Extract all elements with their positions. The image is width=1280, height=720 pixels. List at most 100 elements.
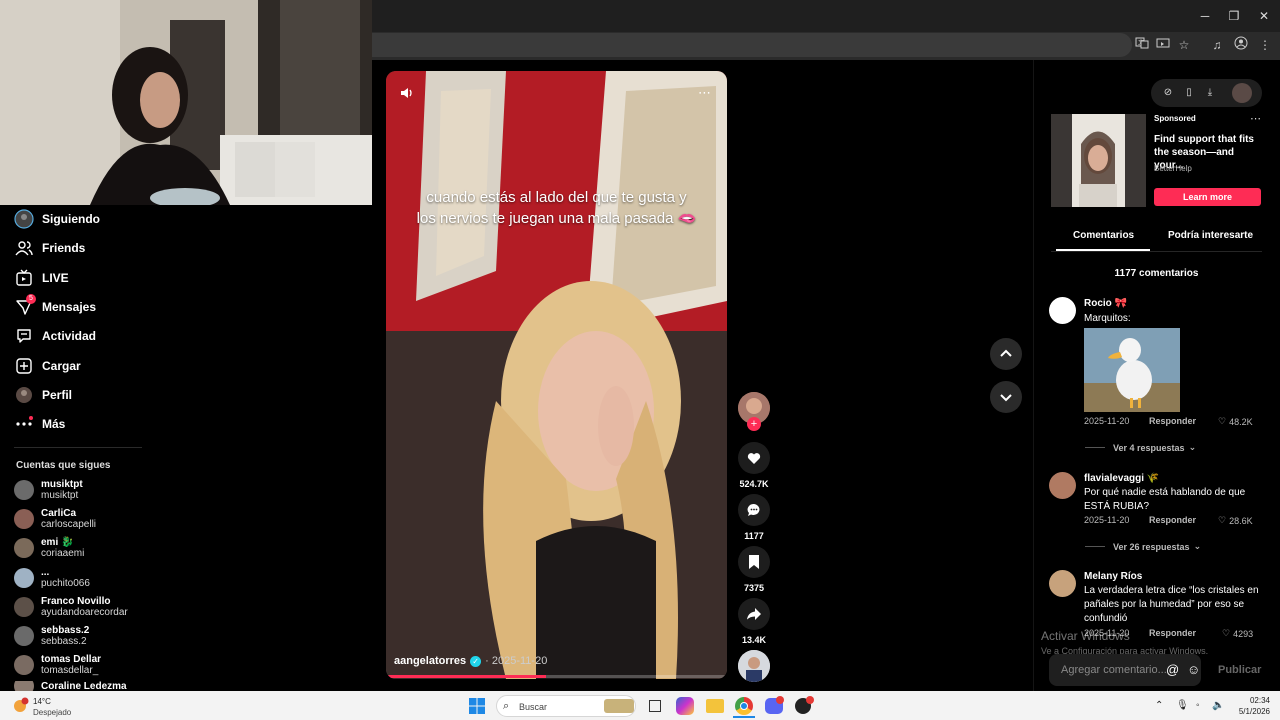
view-replies-button[interactable]: Ver 4 respuestas ⌄ [1085,442,1196,453]
maximize-button[interactable]: ❐ [1225,8,1243,24]
view-replies-button[interactable]: Ver 26 respuestas ⌄ [1085,541,1201,552]
clock-time[interactable]: 02:34 [1238,696,1270,705]
file-explorer-icon[interactable] [706,699,724,713]
minimize-button[interactable]: ─ [1196,8,1214,24]
download-icon[interactable]: ⤓ [1203,86,1217,100]
chevron-down-icon: ⌄ [1188,442,1197,452]
following-item[interactable]: ... puchito066 [14,565,90,591]
nav-actividad[interactable]: Actividad [14,324,96,348]
follow-plus-icon[interactable]: + [747,417,761,431]
following-username: ayudandoarecordar [41,607,128,618]
app-notification-badge [806,696,814,704]
nav-friends[interactable]: Friends [14,236,85,260]
weather-icon[interactable] [13,697,29,713]
replies-line [1085,447,1105,448]
share-icon [747,608,761,620]
more-icon [14,414,34,434]
chevron-down-icon [1000,394,1012,402]
task-view-icon[interactable] [649,700,661,712]
nav-siguiendo[interactable]: Siguiendo [14,207,100,231]
comment-text: Por qué nadie está hablando de que ESTÁ … [1084,487,1246,512]
following-item[interactable]: musiktpt musiktpt [14,477,83,503]
clock-date[interactable]: 5/1/2026 [1230,707,1270,716]
following-item[interactable]: sebbass.2 sebbass.2 [14,623,89,649]
comment-reply-button[interactable]: Responder [1149,628,1196,638]
network-icon[interactable]: ◦ [1196,700,1200,711]
cast-icon[interactable] [1154,36,1172,54]
share-button[interactable] [738,598,770,630]
comment-like-button[interactable]: ♡ 4293 [1222,628,1253,639]
sound-disc-avatar[interactable] [738,650,770,682]
emoji-icon[interactable]: ☺ [1187,662,1200,677]
chrome-icon[interactable] [735,697,753,715]
avatar [14,480,34,500]
chrome-active-indicator [733,716,755,718]
mention-icon[interactable]: @ [1166,662,1179,677]
ad-learn-more-button[interactable]: Learn more [1154,188,1261,206]
comment-reply-button[interactable]: Responder [1149,515,1196,525]
comments-count: 1177 comentarios [1114,268,1199,279]
following-username: puchito066 [41,578,90,589]
address-bar[interactable] [372,33,1132,57]
following-item[interactable]: CarliCa carloscapelli [14,506,96,532]
comment-author[interactable]: Rocio 🎀 [1084,298,1127,309]
volume-tray-icon[interactable]: 🔈 [1212,700,1224,711]
nav-cargar[interactable]: Cargar [14,354,81,378]
following-name: sebbass.2 [41,625,90,636]
tab-recommended[interactable]: Podría interesarte [1168,230,1253,241]
comment-reply-button[interactable]: Responder [1149,416,1196,426]
following-item[interactable]: Coraline Ledezma [14,681,127,691]
nav-label: Perfil [42,388,73,402]
tab-comments[interactable]: Comentarios [1073,230,1134,241]
microphone-icon[interactable]: 🎙 [1176,700,1189,711]
avatar[interactable] [1049,297,1076,324]
media-controls-icon[interactable]: ♫ [1208,36,1226,54]
ad-more-icon[interactable]: ⋯ [1250,112,1261,125]
ad-thumbnail[interactable] [1051,114,1146,207]
like-button[interactable] [738,442,770,474]
heart-outline-icon: ♡ [1218,416,1227,426]
nav-label: Cargar [42,359,81,373]
nav-perfil[interactable]: Perfil [14,383,72,407]
weather-desc: Despejado [33,708,72,717]
tray-chevron-up-icon[interactable]: ⌃ [1155,700,1163,711]
close-window-button[interactable]: ✕ [1255,8,1273,24]
user-avatar[interactable] [1232,83,1252,103]
translate-icon[interactable]: 文 [1133,36,1151,54]
comment-author[interactable]: Melany Ríos [1084,571,1142,582]
profile-account-icon[interactable] [1232,36,1250,54]
browser-menu-icon[interactable]: ⋮ [1256,36,1274,54]
comment-author[interactable]: flavialevaggi 🌾 [1084,473,1159,484]
comment-button[interactable] [738,494,770,526]
video-more-icon[interactable]: ⋯ [698,85,711,101]
bookmark-star-icon[interactable]: ☆ [1175,36,1193,54]
ad-brand: BetterHelp [1154,164,1192,173]
following-item[interactable]: emi 🐉 coriaaemi [14,535,84,561]
previous-video-button[interactable] [990,338,1022,370]
video-player[interactable]: ⋯ cuando estás al lado del que te gusta … [386,71,727,679]
nav-label: Friends [42,241,86,255]
volume-icon[interactable] [399,85,415,101]
nav-label: Siguiendo [42,212,100,226]
next-video-button[interactable] [990,381,1022,413]
compass-icon[interactable]: ⊘ [1161,86,1175,100]
following-item[interactable]: tomas Dellar tomasdellar_ [14,652,101,678]
avatar[interactable] [1049,570,1076,597]
comment-like-button[interactable]: ♡ 28.6K [1218,515,1253,526]
save-button[interactable] [738,546,770,578]
comment-sticker-image[interactable] [1084,328,1180,412]
video-author[interactable]: aangelatorres [394,655,466,667]
windows-start-icon[interactable] [469,698,485,714]
comment-like-button[interactable]: ♡ 48.2K [1218,416,1253,427]
nav-mensajes[interactable]: 5 Mensajes [14,294,96,319]
nav-live[interactable]: LIVE [14,266,69,290]
verified-icon: ✓ [470,655,482,667]
copilot-icon[interactable] [676,697,694,715]
avatar[interactable] [1049,472,1076,499]
following-item[interactable]: Franco Novillo ayudandoarecordar [14,594,128,620]
phone-icon[interactable]: ▯ [1182,86,1196,100]
nav-mas[interactable]: Más [14,412,65,436]
replies-line [1085,546,1105,547]
publish-button[interactable]: Publicar [1218,664,1261,676]
video-progress-bar[interactable] [386,675,727,678]
